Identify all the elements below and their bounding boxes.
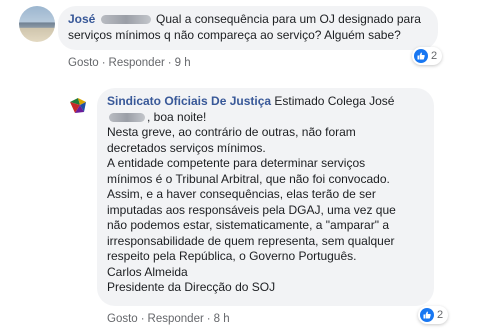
reply-line-0: Estimado Colega José — [274, 94, 395, 108]
separator: · — [101, 57, 106, 69]
timestamp[interactable]: 9 h — [175, 57, 191, 69]
reply-line-3: decretados serviços mínimos. — [107, 140, 266, 155]
reply-line-5: mínimos é o Tribunal Arbitral, que não f… — [107, 171, 390, 186]
like-icon — [414, 49, 428, 63]
redacted-surname — [109, 112, 145, 122]
separator: · — [167, 57, 172, 69]
page-avatar[interactable] — [64, 92, 92, 120]
reply-reaction-count: 2 — [437, 309, 444, 321]
reply-line-7: imputadas aos responsáveis pela DGAJ, um… — [107, 202, 396, 217]
comment-reaction-count: 2 — [431, 50, 438, 62]
comment-text-line1: Qual a consequência para um OJ designado… — [156, 12, 421, 26]
reply-button[interactable]: Responder — [109, 57, 165, 69]
separator: · — [140, 313, 145, 325]
reply-line-1: , boa noite! — [147, 109, 207, 124]
reply-line-12: Presidente da Direcção do SOJ — [107, 280, 276, 294]
reply-line-8: não podemos estar, sistematicamente, a "… — [107, 218, 389, 232]
reply-author[interactable]: Sindicato Oficiais De Justiça — [107, 94, 271, 108]
separator: · — [206, 313, 211, 325]
redacted-surname — [100, 15, 151, 25]
reply-button[interactable]: Responder — [148, 313, 204, 325]
timestamp[interactable]: 8 h — [214, 313, 230, 325]
reply-line-9: irresponsabilidade de quem representa, s… — [107, 233, 395, 248]
like-button[interactable]: Gosto — [68, 57, 99, 69]
reply-line-6: Assim, e a haver consequências, elas ter… — [107, 187, 376, 201]
reply-bubble: Sindicato Oficiais De Justiça Estimado C… — [97, 88, 434, 306]
reply-actions: Gosto · Responder · 8 h — [107, 313, 230, 325]
comment-author[interactable]: José — [68, 12, 95, 26]
reply-line-11: Carlos Almeida — [107, 264, 188, 279]
comment-reactions[interactable]: 2 — [412, 47, 443, 65]
comment-bubble: José Qual a consequência para um OJ desi… — [58, 6, 438, 50]
commenter-avatar[interactable] — [19, 6, 55, 42]
reply-line-4: A entidade competente para determinar se… — [107, 156, 366, 170]
like-icon — [420, 308, 434, 322]
reply-line-10: respeito pela República, o Governo Portu… — [107, 249, 357, 263]
comment-actions: Gosto · Responder · 9 h — [68, 57, 191, 69]
comment-text-line2: serviços mínimos q não compareça ao serv… — [68, 27, 401, 42]
reply-line-2: Nesta greve, ao contrário de outras, não… — [107, 125, 356, 139]
like-button[interactable]: Gosto — [107, 313, 138, 325]
reply-reactions[interactable]: 2 — [418, 306, 449, 324]
sindicato-logo-icon — [65, 93, 91, 119]
